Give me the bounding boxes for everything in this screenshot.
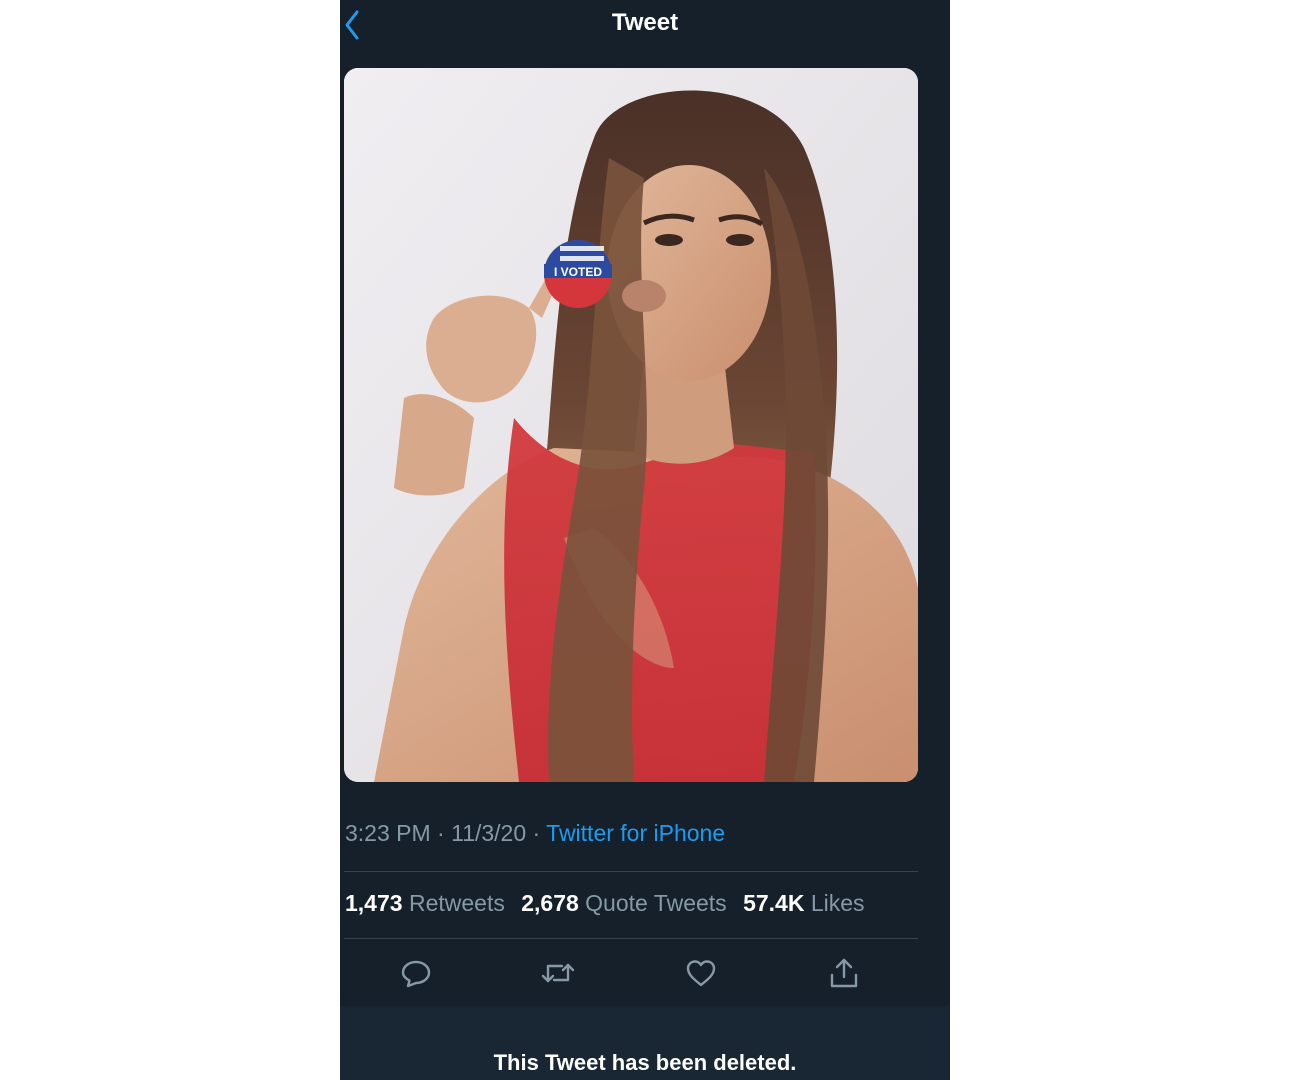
divider [344,938,918,939]
deleted-tweet-text: This Tweet has been deleted. [493,1050,797,1075]
svg-text:I VOTED: I VOTED [554,265,602,279]
meta-separator: · [437,820,452,846]
tweet-source-link[interactable]: Twitter for iPhone [546,820,725,846]
share-button[interactable] [826,955,862,991]
deleted-tweet-notice: This Tweet has been deleted. [340,1006,950,1080]
top-bar: Tweet [340,0,950,56]
reply-icon [401,960,431,988]
like-button[interactable] [683,955,719,991]
share-icon [830,958,858,988]
reply-button[interactable] [398,955,434,991]
tweet-stats: 1,473 Retweets 2,678 Quote Tweets 57.4K … [345,890,875,917]
tweet-actions [340,950,950,1000]
like-icon [686,960,716,987]
divider [344,871,918,872]
tweet-time: 3:23 PM [345,820,431,846]
likes-stat[interactable]: 57.4K Likes [743,890,864,916]
i-voted-sticker: I VOTED [544,240,612,308]
tweet-photo[interactable]: I VOTED [344,68,918,782]
retweet-button[interactable] [540,955,576,991]
page-title: Tweet [611,9,679,36]
tweet-date: 11/3/20 [451,820,527,846]
tweet-metadata: 3:23 PM · 11/3/20 · Twitter for iPhone [345,820,725,847]
meta-separator: · [532,820,547,846]
quote-tweets-stat[interactable]: 2,678 Quote Tweets [521,890,726,916]
retweet-icon [541,963,575,983]
tweet-detail-screen: Tweet I VOTED 3:23 PM · 11/3/20 · Twitte… [340,0,950,1080]
retweets-stat[interactable]: 1,473 Retweets [345,890,505,916]
photo-illustration: I VOTED [344,68,918,782]
